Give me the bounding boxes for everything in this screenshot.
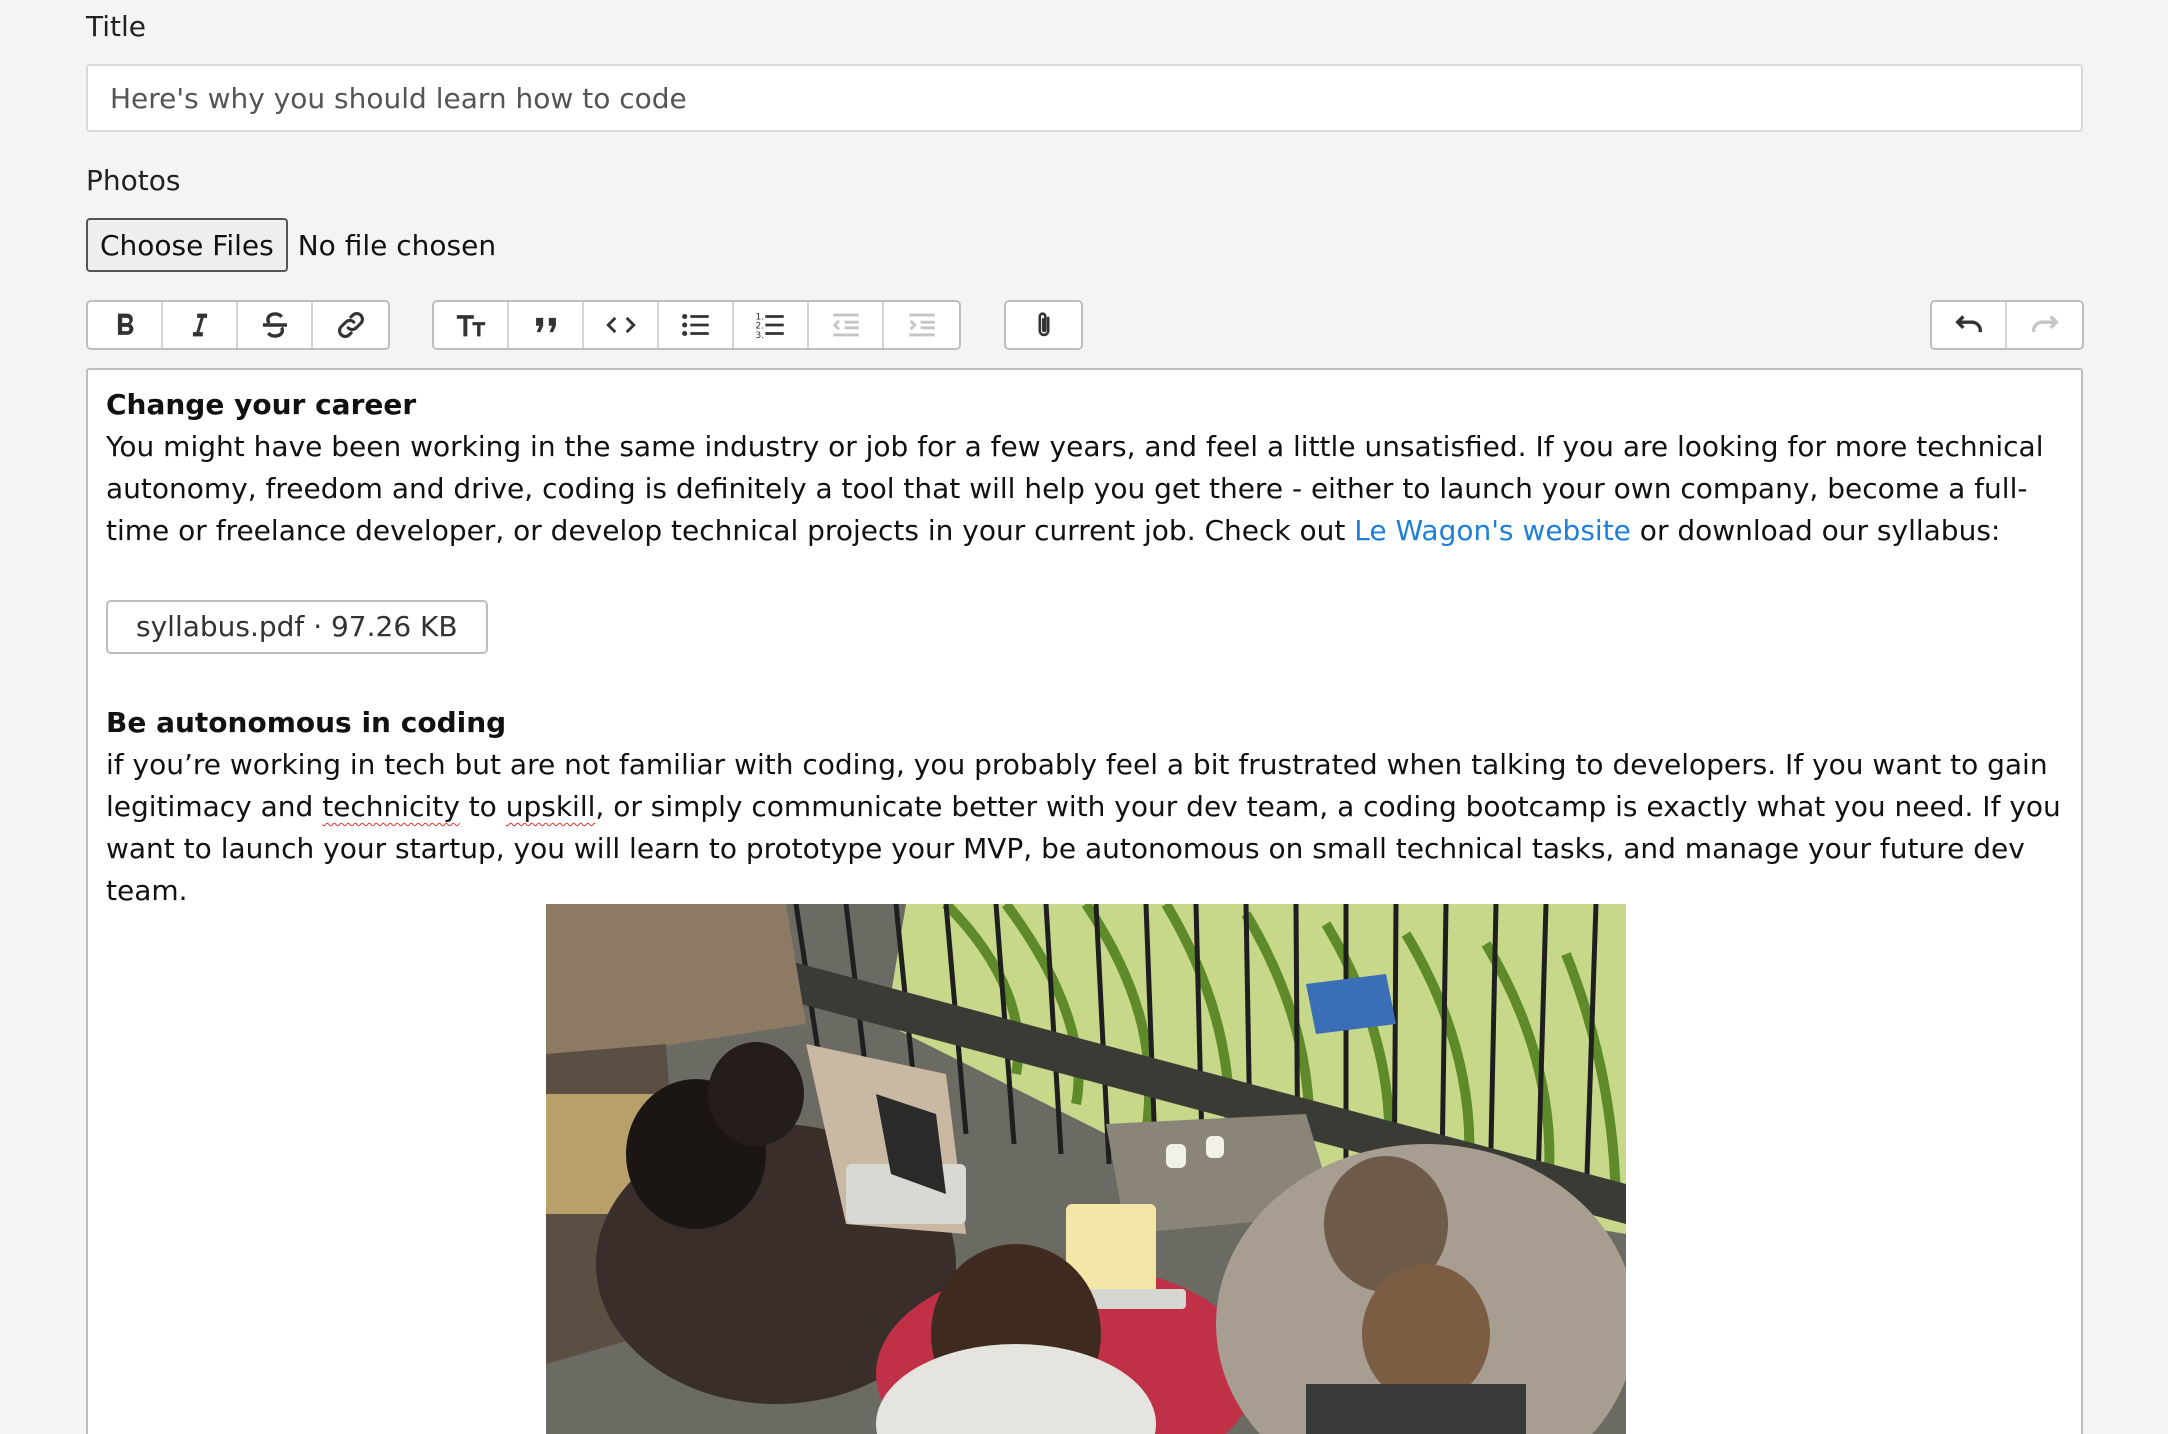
section-heading-career: Change your career <box>106 388 417 421</box>
file-picker: Choose Files No file chosen <box>86 218 496 272</box>
toolbar-history-group <box>1930 300 2084 350</box>
bold-icon <box>117 313 133 335</box>
paragraph-text: or download our syllabus: <box>1630 514 2001 547</box>
toolbar-block-group: 1. 2. 3. <box>432 300 961 350</box>
numbered-list-button[interactable]: 1. 2. 3. <box>734 302 809 348</box>
italic-button[interactable] <box>163 302 238 348</box>
redo-icon <box>2031 315 2059 333</box>
strikethrough-button[interactable] <box>238 302 313 348</box>
undo-icon <box>1954 315 1982 333</box>
numbered-list-icon: 1.2.3. <box>755 311 784 341</box>
heading-button[interactable] <box>434 302 509 348</box>
rich-text-editor[interactable]: Change your career You might have been w… <box>86 368 2083 1434</box>
photos-label: Photos <box>86 164 181 197</box>
attach-files-button[interactable] <box>1006 302 1081 348</box>
quote-button[interactable] <box>509 302 584 348</box>
choose-files-button[interactable]: Choose Files <box>86 218 288 272</box>
toolbar-text-group <box>86 300 390 350</box>
section-heading-autonomous: Be autonomous in coding <box>106 706 507 739</box>
quote-icon <box>535 317 556 333</box>
decrease-indent-button[interactable] <box>809 302 884 348</box>
increase-indent-icon <box>908 313 935 337</box>
section-paragraph-autonomous: if you’re working in tech but are not fa… <box>106 744 2063 912</box>
le-wagon-website-link[interactable]: Le Wagon's website <box>1354 514 1631 547</box>
embedded-photo[interactable] <box>546 904 1626 1434</box>
redo-button[interactable] <box>2007 302 2082 348</box>
strikethrough-icon <box>262 312 287 338</box>
undo-button[interactable] <box>1932 302 2007 348</box>
link-button[interactable] <box>313 302 388 348</box>
paragraph-text: to <box>459 790 506 823</box>
syllabus-attachment[interactable]: syllabus.pdf · 97.26 KB <box>106 600 488 654</box>
code-button[interactable] <box>584 302 659 348</box>
bullet-list-button[interactable] <box>659 302 734 348</box>
heading-icon <box>456 315 485 337</box>
bold-button[interactable] <box>88 302 163 348</box>
spellcheck-word: technicity <box>322 790 460 823</box>
code-icon <box>605 316 636 334</box>
bullet-list-icon <box>681 313 709 337</box>
link-icon <box>337 312 364 338</box>
attach-icon <box>1037 312 1050 337</box>
team-coding-photo <box>546 904 1626 1434</box>
decrease-indent-icon <box>832 313 859 337</box>
toolbar-file-group <box>1004 300 1083 350</box>
section-paragraph-career: You might have been working in the same … <box>106 426 2063 552</box>
svg-text:3.: 3. <box>755 330 764 341</box>
spellcheck-word: upskill <box>505 790 596 823</box>
title-input[interactable] <box>86 64 2083 132</box>
increase-indent-button[interactable] <box>884 302 959 348</box>
title-label: Title <box>86 10 147 43</box>
italic-icon <box>192 313 207 337</box>
file-status-text: No file chosen <box>297 228 497 262</box>
post-form-page: Title Photos Choose Files No file chosen <box>0 0 2168 1434</box>
